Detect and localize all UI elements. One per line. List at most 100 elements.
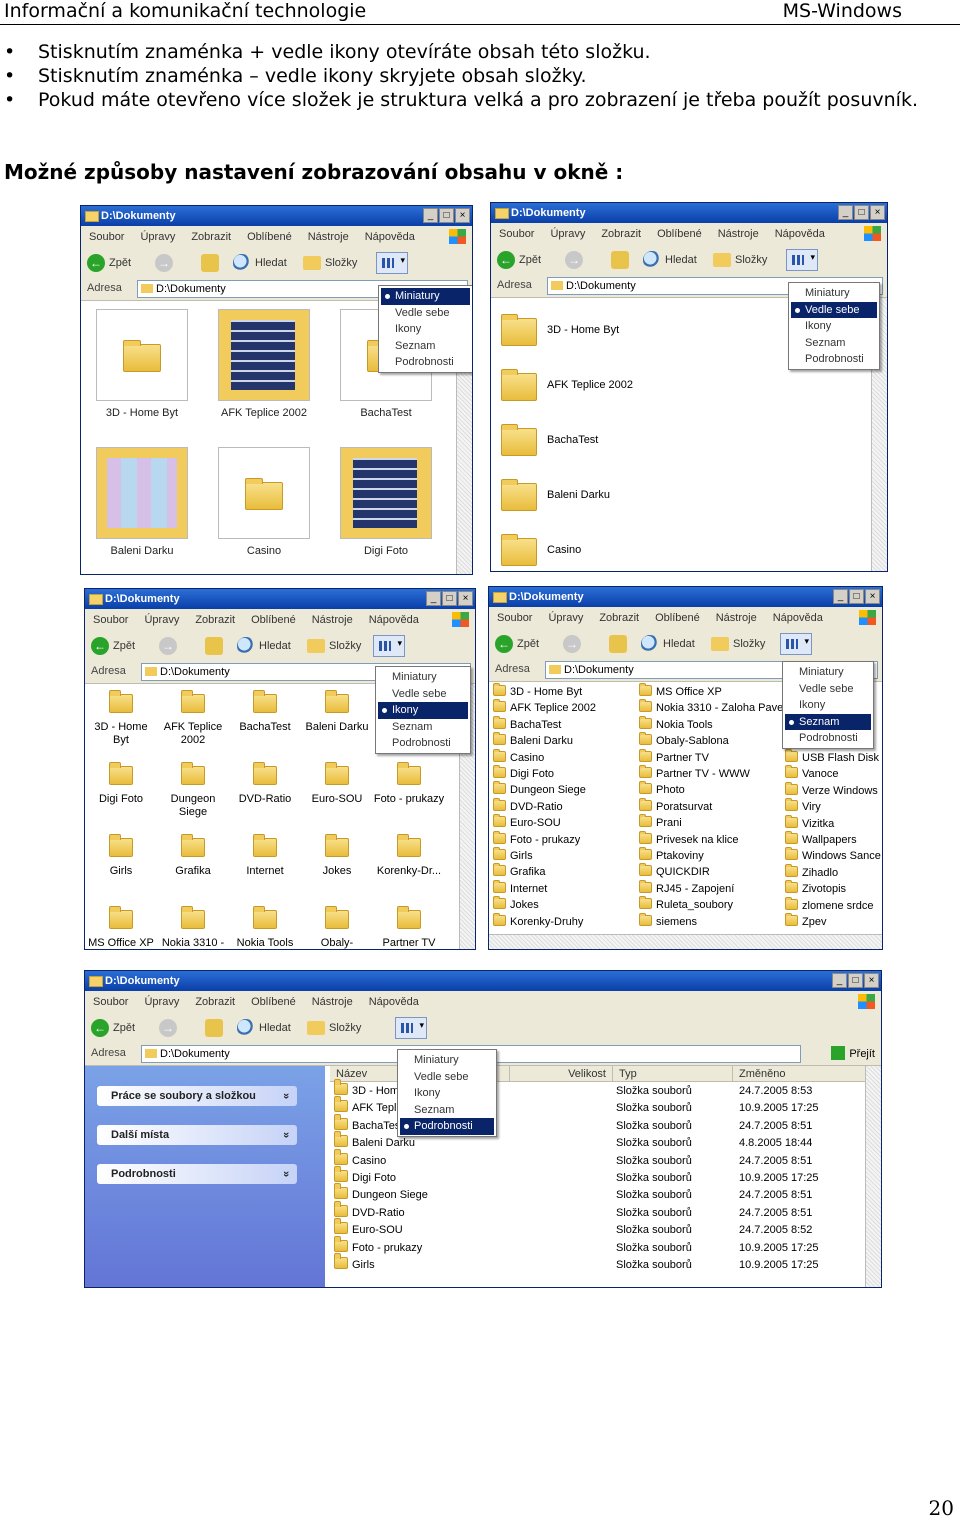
details-row[interactable]: DVD-Ratio (334, 1200, 405, 1222)
list-item[interactable]: Jokes (493, 896, 539, 913)
up-folder-button[interactable] (609, 633, 631, 655)
view-option[interactable]: Ikony (400, 1085, 494, 1102)
menu-item[interactable]: Soubor (93, 991, 128, 1013)
tile-item[interactable]: 3D - Home Byt (501, 310, 751, 350)
list-item[interactable]: RJ45 - Zapojení (639, 879, 734, 897)
view-option[interactable]: Miniatury (381, 288, 470, 305)
menu-item[interactable]: Úpravy (550, 223, 585, 245)
search-button[interactable]: Hledat (233, 252, 287, 274)
menu-item[interactable]: Soubor (89, 226, 124, 248)
details-row[interactable]: Casino (334, 1148, 386, 1170)
menu-item[interactable]: Zobrazit (601, 223, 641, 245)
view-option[interactable]: Miniatury (785, 664, 871, 681)
view-option[interactable]: Vedle sebe (381, 305, 470, 322)
list-item[interactable]: Internet (493, 879, 547, 897)
icon-item[interactable]: Internet (229, 832, 301, 878)
view-option[interactable]: Podrobnosti (381, 354, 470, 371)
folders-button[interactable]: Složky (713, 249, 767, 271)
list-item[interactable]: Nokia Tools (639, 715, 713, 733)
forward-button[interactable]: → (159, 635, 181, 657)
list-item[interactable]: Viry (785, 798, 821, 815)
minimize-button[interactable]: _ (833, 589, 848, 604)
menu-item[interactable]: Úpravy (140, 226, 175, 248)
list-item[interactable]: Poratsurvat (639, 797, 712, 815)
maximize-button[interactable]: □ (848, 973, 863, 988)
view-option[interactable]: Vedle sebe (378, 686, 468, 703)
view-option[interactable]: Seznam (378, 719, 468, 736)
menu-item[interactable]: Nástroje (312, 991, 353, 1013)
minimize-button[interactable]: _ (832, 973, 847, 988)
list-item[interactable]: DVD-Ratio (493, 797, 563, 815)
views-button[interactable] (376, 252, 408, 274)
menu-item[interactable]: Oblíbené (251, 609, 296, 631)
task-pane-header[interactable]: Práce se soubory a složkou (97, 1086, 297, 1106)
close-button[interactable]: × (865, 589, 880, 604)
up-folder-button[interactable] (205, 1017, 227, 1039)
menu-item[interactable]: Nástroje (312, 609, 353, 631)
folders-button[interactable]: Složky (303, 252, 357, 274)
minimize-button[interactable]: _ (426, 591, 441, 606)
list-item[interactable]: QUICKDIR (639, 863, 710, 880)
up-folder-button[interactable] (201, 252, 223, 274)
maximize-button[interactable]: □ (442, 591, 457, 606)
menu-item[interactable]: Nápověda (773, 607, 823, 629)
back-button[interactable]: ← Zpět (497, 249, 541, 271)
forward-button[interactable]: → (565, 249, 587, 271)
list-item[interactable]: Obaly-Sablona (639, 732, 729, 749)
details-row[interactable]: Digi Foto (334, 1166, 396, 1187)
thumbnail[interactable] (218, 309, 310, 401)
icon-item[interactable]: AFK Teplice 2002 (157, 688, 229, 747)
menu-item[interactable]: Zobrazit (195, 609, 235, 631)
list-item[interactable]: Partner TV (639, 748, 709, 766)
search-button[interactable]: Hledat (237, 1017, 291, 1039)
views-button[interactable] (395, 1017, 427, 1039)
view-option[interactable]: Seznam (381, 338, 470, 355)
views-button[interactable] (786, 249, 818, 271)
tile-item[interactable]: Baleni Darku (501, 475, 751, 515)
list-item[interactable]: Grafika (493, 863, 545, 880)
icon-item[interactable]: Euro-SOU (301, 760, 373, 806)
list-item[interactable]: Digi Foto (493, 765, 554, 782)
forward-button[interactable]: → (155, 252, 177, 274)
list-item[interactable]: Ruleta_soubory (639, 896, 733, 913)
back-button[interactable]: ← Zpět (91, 635, 135, 657)
icon-item[interactable]: Baleni Darku (301, 688, 373, 734)
details-row[interactable]: Dungeon Siege (334, 1183, 428, 1204)
menu-item[interactable]: Nápověda (775, 223, 825, 245)
list-item[interactable]: Vizitka (785, 814, 834, 832)
list-item[interactable]: MS Office XP (639, 683, 722, 700)
search-button[interactable]: Hledat (237, 635, 291, 657)
menu-item[interactable]: Oblíbené (655, 607, 700, 629)
list-item[interactable]: Partner TV - WWW (639, 765, 750, 782)
icon-item[interactable]: Obaly-Sablona (301, 904, 373, 949)
menu-item[interactable]: Nápověda (369, 991, 419, 1013)
list-item[interactable]: Privesek na klice (639, 830, 739, 848)
menu-item[interactable]: Úpravy (548, 607, 583, 629)
menu-item[interactable]: Nástroje (718, 223, 759, 245)
back-button[interactable]: ← Zpět (87, 252, 131, 274)
back-button[interactable]: ← Zpět (91, 1017, 135, 1039)
details-row[interactable]: Euro-SOU (334, 1218, 403, 1239)
menu-item[interactable]: Oblíbené (247, 226, 292, 248)
list-item[interactable]: Girls (493, 847, 533, 864)
view-option[interactable]: Seznam (400, 1102, 494, 1119)
list-item[interactable]: siemens (639, 912, 697, 930)
list-item[interactable]: Zivotopis (785, 880, 846, 897)
task-pane-header[interactable]: Podrobnosti (97, 1164, 297, 1184)
menu-item[interactable]: Soubor (93, 609, 128, 631)
maximize-button[interactable]: □ (849, 589, 864, 604)
icon-item[interactable]: Dungeon Siege (157, 760, 229, 819)
menu-item[interactable]: Zobrazit (195, 991, 235, 1013)
title-bar[interactable]: D:\Dokumenty _ □ × (81, 206, 472, 226)
menu-item[interactable]: Zobrazit (191, 226, 231, 248)
list-item[interactable]: Nokia 3310 - Zaloha Pavel (639, 699, 786, 716)
folders-button[interactable]: Složky (307, 635, 361, 657)
column-header[interactable]: Typ (613, 1066, 733, 1082)
icon-item[interactable]: MS Office XP (85, 904, 157, 949)
list-item[interactable]: AFK Teplice 2002 (493, 699, 596, 716)
list-item[interactable]: Prani (639, 814, 682, 831)
list-item[interactable]: Photo (639, 781, 685, 798)
view-option[interactable]: Podrobnosti (378, 735, 468, 752)
search-button[interactable]: Hledat (641, 633, 695, 655)
icon-item[interactable]: BachaTest (229, 688, 301, 734)
